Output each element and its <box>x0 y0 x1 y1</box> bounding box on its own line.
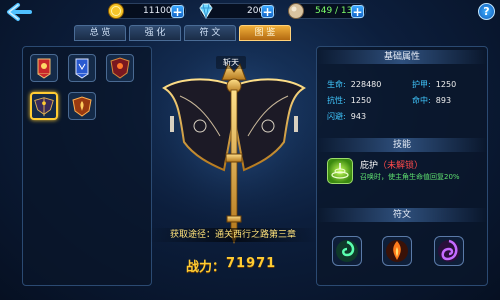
zhantian-weapon-artwork <box>150 46 318 244</box>
banner-slot-blue[interactable] <box>68 54 96 82</box>
help-button[interactable]: ? <box>478 3 495 20</box>
green-swirl-rune-icon <box>336 240 358 262</box>
acquisition-source: 获取途径：通关西行之路第三章 <box>148 228 318 242</box>
stamina-counter: 549 / 130 + <box>288 3 366 19</box>
tab-enhance[interactable]: 强 化 <box>129 25 181 41</box>
banner-slot-zhantian[interactable] <box>30 92 58 120</box>
gold-coin-icon <box>108 3 124 19</box>
skill-name: 庇护 <box>360 161 379 171</box>
red-banner-icon <box>37 58 51 79</box>
top-bar: 111000 + 200 + 549 / 130 + ? <box>0 0 500 24</box>
add-stamina-button[interactable]: + <box>351 5 364 18</box>
fire-rune-icon <box>386 240 408 262</box>
rune-slot-3[interactable] <box>434 236 464 266</box>
flame-banner-icon <box>72 96 92 117</box>
skill-name-row: 庇护（未解锁） <box>360 158 423 171</box>
zhantian-banner-icon <box>34 97 54 117</box>
stat-label: 命中: <box>412 96 431 105</box>
stat-hit: 命中: 893 <box>412 88 451 107</box>
diamond-counter: 200 + <box>199 3 276 19</box>
combat-power-value: 71971 <box>226 256 277 271</box>
diamond-icon <box>199 3 213 19</box>
combat-power-label: 战力： <box>186 260 226 275</box>
add-gold-button[interactable]: + <box>171 5 184 18</box>
banner-slot-crimson[interactable] <box>106 54 134 82</box>
tab-codex[interactable]: 图 鉴 <box>239 25 291 41</box>
stamina-orb-icon <box>288 3 304 19</box>
skill-description: 召唤时，使主角生命值回复20% <box>360 173 460 181</box>
rune-slot-2[interactable] <box>382 236 412 266</box>
stat-label: 闪避: <box>327 112 346 121</box>
weapon-name-label: 斩天 <box>216 56 246 69</box>
back-arrow-icon[interactable] <box>4 2 34 22</box>
crimson-banner-icon <box>110 57 130 79</box>
tab-runes[interactable]: 符 文 <box>184 25 236 41</box>
shelter-skill-icon[interactable] <box>327 158 353 184</box>
tab-overview[interactable]: 总 览 <box>74 25 126 41</box>
stat-value: 893 <box>435 96 452 105</box>
banner-slot-red[interactable] <box>30 54 58 82</box>
skill-locked-status: （未解锁） <box>378 161 424 171</box>
blue-banner-icon <box>75 58 89 79</box>
rune-slot-1[interactable] <box>332 236 362 266</box>
skills-title: 技能 <box>317 138 487 152</box>
stat-dodge: 闪避: 943 <box>327 104 366 123</box>
stat-value: 943 <box>350 112 367 121</box>
banner-slot-flame[interactable] <box>68 92 96 120</box>
green-vortex-icon <box>331 163 349 179</box>
runes-title: 符文 <box>317 208 487 222</box>
purple-vortex-rune-icon <box>438 239 460 262</box>
gold-counter: 111000 + <box>108 3 186 19</box>
add-diamond-button[interactable]: + <box>261 5 274 18</box>
base-attributes-title: 基础属性 <box>317 50 487 64</box>
